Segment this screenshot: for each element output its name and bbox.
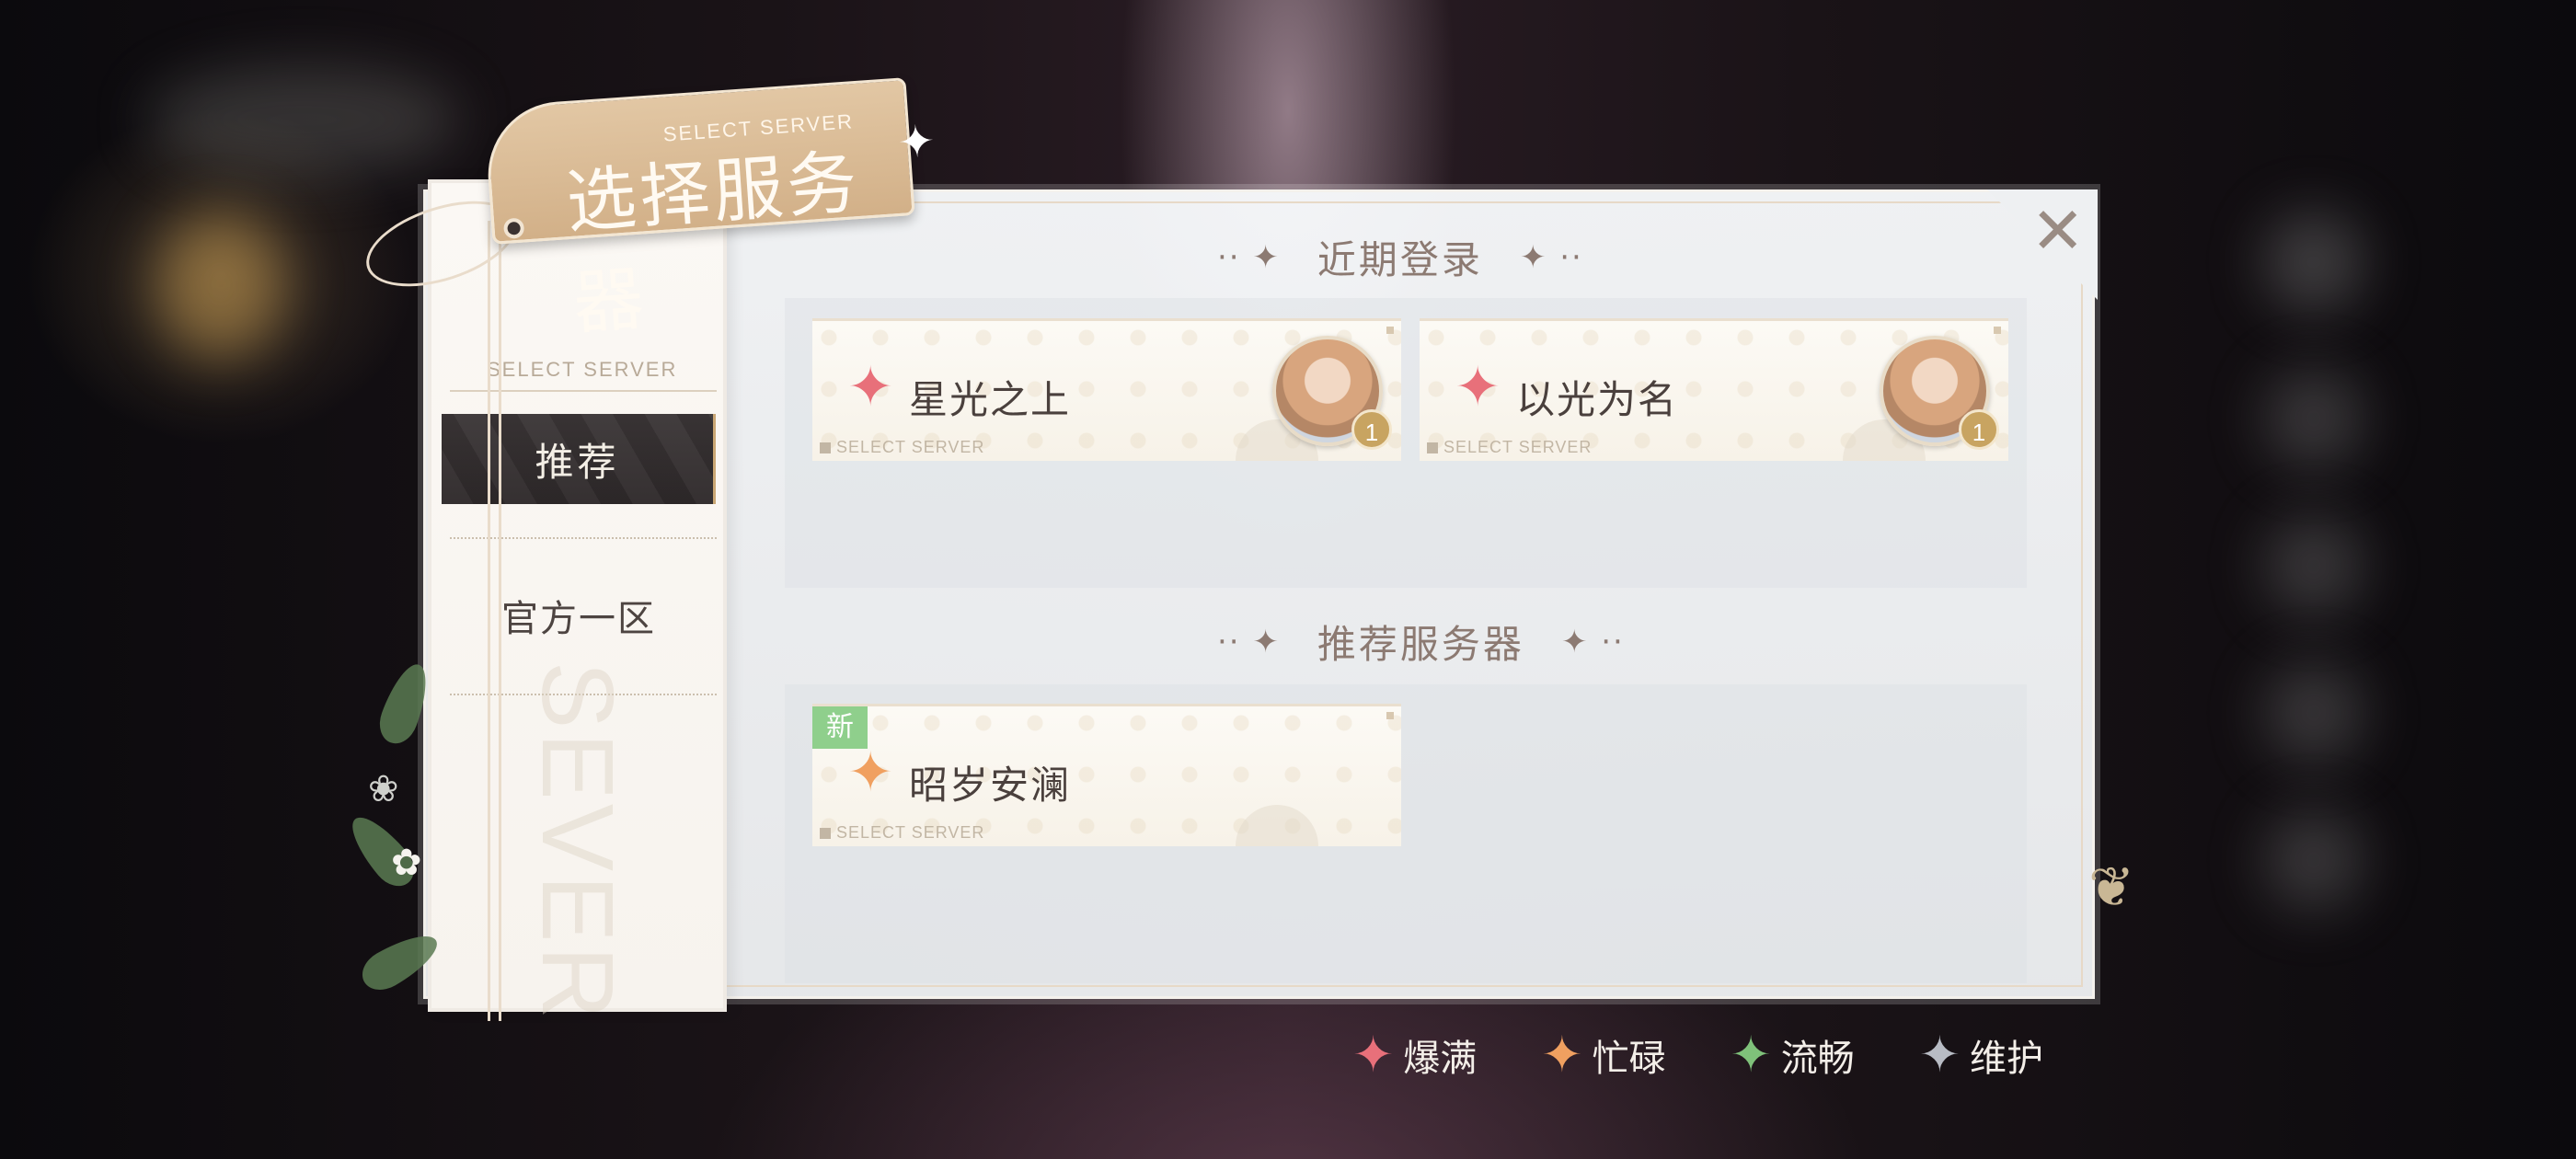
recommended-section-title: ·· ✦ 推荐服务器 ✦ ·· xyxy=(1217,614,1625,670)
server-status-legend: ✦ 爆满 ✦ 忙碌 ✦ 流畅 ✦ 维护 xyxy=(1352,1028,2043,1082)
legend-label: 维护 xyxy=(1970,1038,2043,1080)
background-blur xyxy=(2263,809,2364,911)
background-blur xyxy=(156,212,285,359)
legend-item-full: ✦ 爆满 xyxy=(1352,1028,1477,1082)
server-card[interactable]: ✦ 星光之上 SELECT SERVER 1 xyxy=(812,318,1401,461)
character-count-badge: 1 xyxy=(1959,409,1999,450)
sidebar-item-label: 官方一区 xyxy=(501,598,656,640)
legend-label: 爆满 xyxy=(1403,1038,1478,1080)
legend-item-smooth: ✦ 流畅 xyxy=(1731,1028,1855,1082)
section-title-text: 近期登录 xyxy=(1317,237,1483,282)
server-card[interactable]: ✦ 以光为名 SELECT SERVER 1 xyxy=(1420,318,2008,461)
character-avatar: 1 xyxy=(1272,336,1392,450)
server-card[interactable]: 新 ✦ 昭岁安澜 SELECT SERVER xyxy=(812,704,1401,846)
legend-item-maintenance: ✦ 维护 xyxy=(1919,1028,2043,1082)
status-star-icon: ✦ xyxy=(1918,1026,1961,1084)
flower-decoration: ❦ xyxy=(2088,855,2135,920)
status-star-icon: ✦ xyxy=(1455,355,1501,419)
background-blur xyxy=(2263,515,2364,616)
card-ornament xyxy=(1236,805,1318,846)
card-corner-ornament xyxy=(1386,712,1394,719)
legend-label: 忙碌 xyxy=(1592,1038,1666,1080)
sidebar-item-official-zone-1[interactable]: 官方一区 xyxy=(442,570,716,660)
legend-item-busy: ✦ 忙碌 xyxy=(1541,1028,1665,1082)
sidebar-watermark: SEVER xyxy=(521,661,634,1023)
header-tag: SELECT SERVER 选择服务器 ✦ xyxy=(483,77,937,344)
character-count-badge: 1 xyxy=(1351,409,1392,450)
section-title-text: 推荐服务器 xyxy=(1317,622,1524,667)
server-name: 星光之上 xyxy=(909,377,1072,422)
card-tag: SELECT SERVER xyxy=(820,438,984,457)
close-icon: ✕ xyxy=(2030,193,2085,269)
tag-string xyxy=(499,221,501,1021)
status-star-icon: ✦ xyxy=(1352,1026,1395,1084)
character-avatar: 1 xyxy=(1880,336,1999,450)
card-corner-ornament xyxy=(1994,327,2001,334)
sidebar-item-label: 推荐 xyxy=(535,439,620,485)
legend-label: 流畅 xyxy=(1780,1038,1855,1080)
close-button[interactable]: ✕ xyxy=(1987,189,2098,300)
sidebar-item-recommend[interactable]: 推荐 xyxy=(442,414,716,504)
status-star-icon: ✦ xyxy=(847,740,894,805)
recent-section-title: ·· ✦ 近期登录 ✦ ·· xyxy=(1217,229,1583,285)
status-star-icon: ✦ xyxy=(1730,1026,1772,1084)
flower-decoration: ✿ xyxy=(391,842,422,884)
card-corner-ornament xyxy=(1386,327,1394,334)
background-blur xyxy=(2263,212,2364,313)
tag-string xyxy=(488,221,490,1021)
sidebar-caption: SELECT SERVER xyxy=(487,358,678,381)
background-blur xyxy=(2263,368,2364,469)
sparkle-icon: ·· ✦ xyxy=(1217,238,1281,276)
background-blur xyxy=(2263,662,2364,763)
tag-hole xyxy=(502,217,525,239)
sparkle-icon: ·· ✦ xyxy=(1217,623,1281,660)
background-blur xyxy=(147,64,460,175)
status-star-icon: ✦ xyxy=(847,355,894,419)
status-star-icon: ✦ xyxy=(1541,1026,1583,1084)
server-name: 以光为名 xyxy=(1516,377,1679,422)
flower-decoration: ❀ xyxy=(368,768,399,810)
sparkle-icon: ✦ ·· xyxy=(1560,623,1625,660)
page-title: 选择服务器 xyxy=(563,140,864,344)
sparkle-icon: ✦ xyxy=(896,115,937,169)
card-tag: SELECT SERVER xyxy=(820,823,984,843)
card-tag: SELECT SERVER xyxy=(1427,438,1592,457)
sparkle-icon: ✦ ·· xyxy=(1519,238,1583,276)
server-name: 昭岁安澜 xyxy=(909,763,1072,808)
